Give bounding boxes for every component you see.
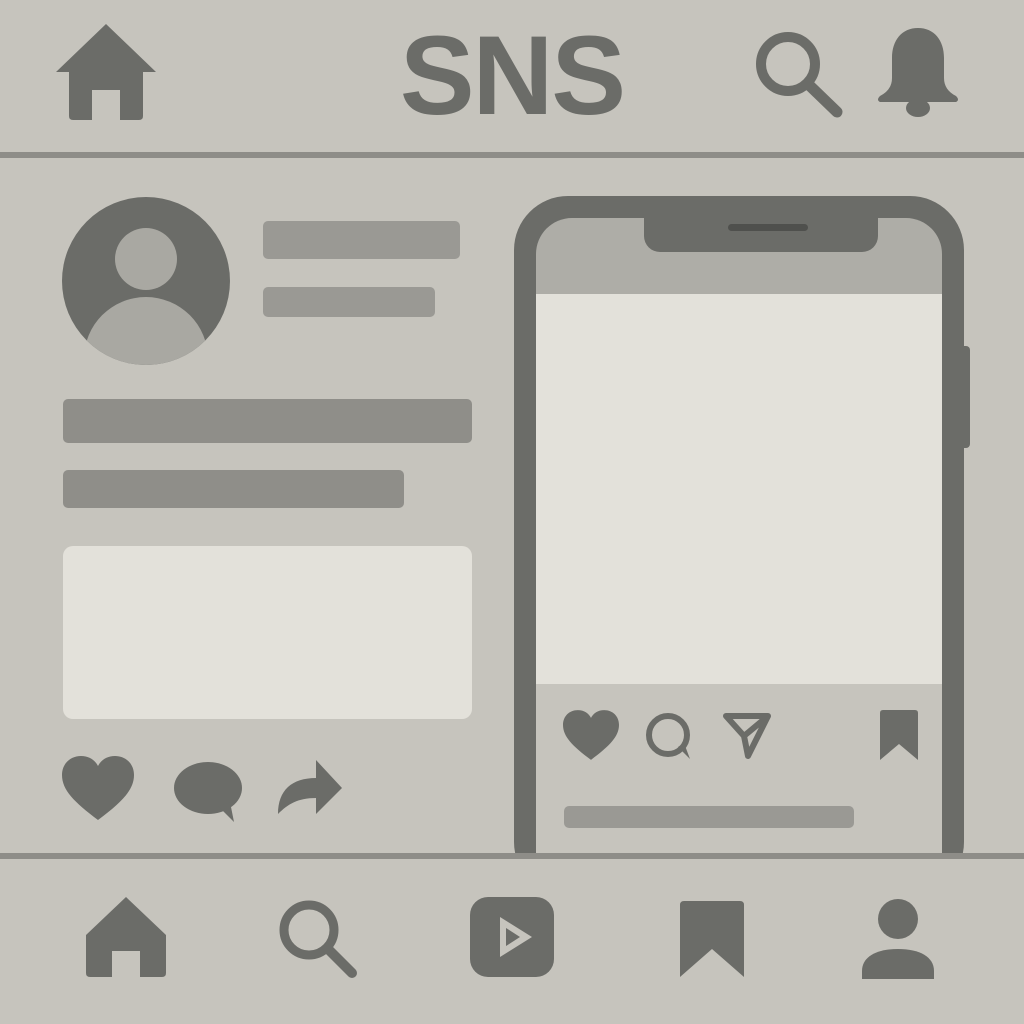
bookmark-icon[interactable] xyxy=(680,901,744,977)
phone-notch xyxy=(644,218,878,252)
phone-post-image[interactable] xyxy=(536,294,942,684)
play-icon[interactable] xyxy=(470,897,554,977)
home-icon[interactable] xyxy=(86,897,166,977)
phone-screen xyxy=(536,218,942,918)
bottom-nav xyxy=(0,859,1024,1024)
heart-icon[interactable] xyxy=(563,710,619,760)
username-placeholder xyxy=(263,221,460,259)
phone-mockup xyxy=(514,196,964,918)
heart-icon[interactable] xyxy=(62,756,134,820)
phone-caption-placeholder xyxy=(564,806,854,828)
comment-icon[interactable] xyxy=(644,711,694,761)
post-image[interactable] xyxy=(63,546,472,719)
profile-icon[interactable] xyxy=(862,899,934,979)
caption-line-placeholder xyxy=(63,399,472,443)
header-divider xyxy=(0,152,1024,158)
comment-icon[interactable] xyxy=(174,762,242,822)
app-title: SNS xyxy=(399,13,626,138)
subtitle-placeholder xyxy=(263,287,435,317)
send-icon[interactable] xyxy=(722,710,772,760)
sns-app: SNS xyxy=(0,0,1024,1024)
phone-side-button xyxy=(962,346,970,448)
phone-speaker xyxy=(728,224,808,231)
bookmark-icon[interactable] xyxy=(880,710,918,760)
share-icon[interactable] xyxy=(276,760,344,814)
bell-icon[interactable] xyxy=(876,28,960,118)
top-header: SNS xyxy=(0,0,1024,152)
search-icon[interactable] xyxy=(278,899,358,979)
home-icon[interactable] xyxy=(56,24,156,122)
avatar[interactable] xyxy=(62,197,230,365)
caption-line-placeholder xyxy=(63,470,404,508)
search-icon[interactable] xyxy=(754,30,844,118)
